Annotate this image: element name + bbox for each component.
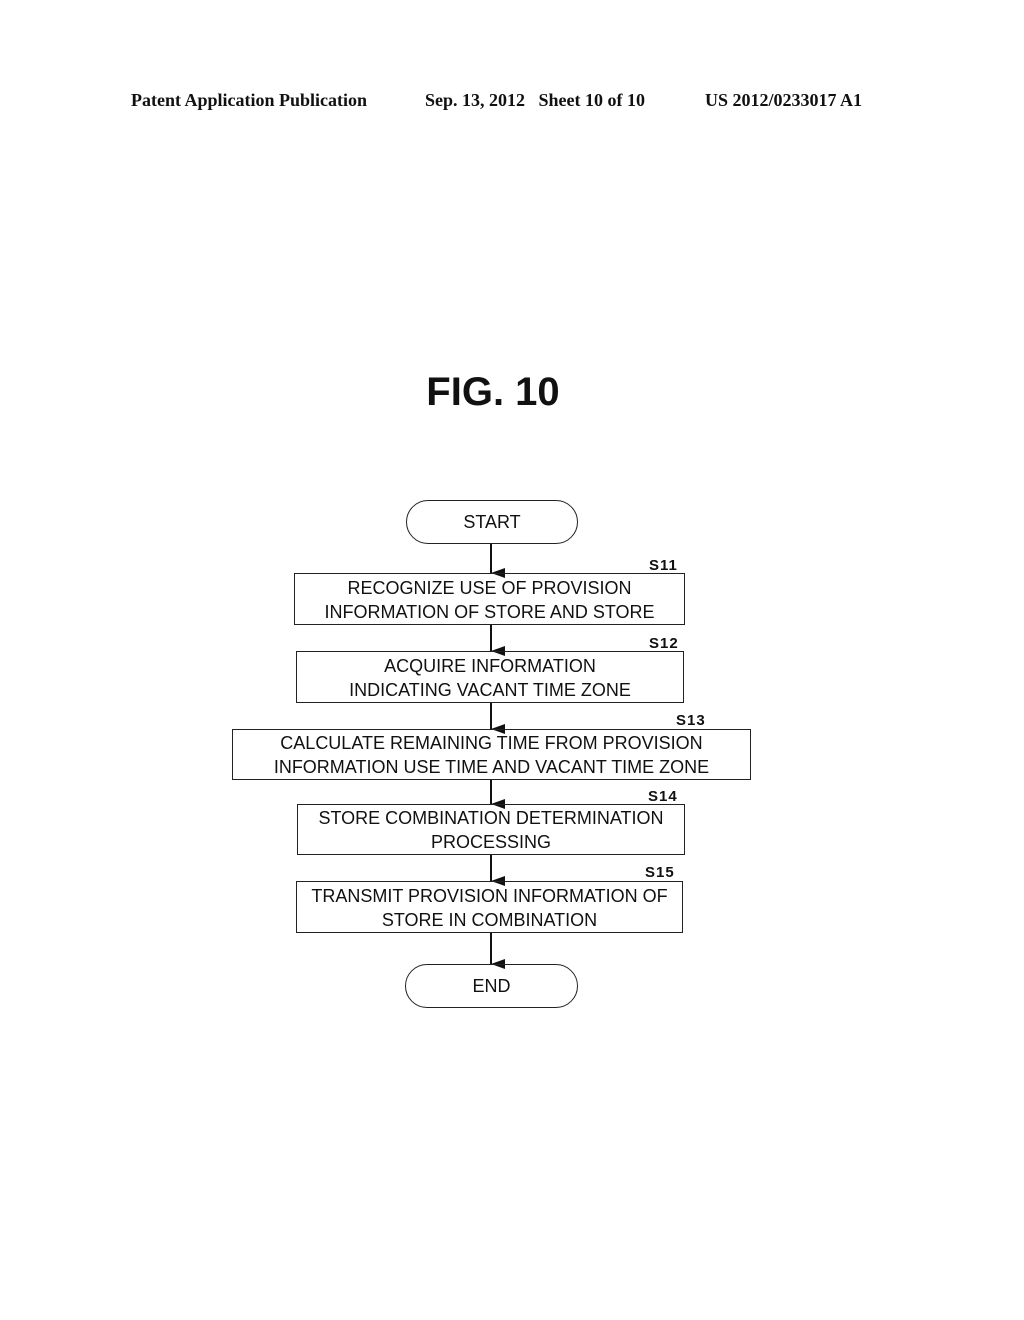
step-label-s13: S13 <box>676 712 706 729</box>
s15-line-1: TRANSMIT PROVISION INFORMATION OF <box>311 885 668 906</box>
process-box-s14: STORE COMBINATION DETERMINATION PROCESSI… <box>297 804 685 855</box>
end-terminal: END <box>405 964 578 1008</box>
step-label-s15: S15 <box>645 864 675 881</box>
s13-line-2: INFORMATION USE TIME AND VACANT TIME ZON… <box>273 757 710 777</box>
process-box-s11: RECOGNIZE USE OF PROVISION INFORMATION O… <box>294 573 685 625</box>
step-label-s14: S14 <box>648 788 678 805</box>
s12-line-2: INDICATING VACANT TIME ZONE <box>349 679 631 700</box>
start-terminal: START <box>406 500 578 544</box>
s13-line-1: CALCULATE REMAINING TIME FROM PROVISION <box>280 733 703 753</box>
start-label: START <box>463 511 521 532</box>
process-box-s12: ACQUIRE INFORMATION INDICATING VACANT TI… <box>296 651 684 703</box>
end-label: END <box>472 975 511 996</box>
s12-line-1: ACQUIRE INFORMATION <box>384 655 596 676</box>
s11-line-2: INFORMATION OF STORE AND STORE <box>324 601 655 622</box>
process-box-s15: TRANSMIT PROVISION INFORMATION OF STORE … <box>296 881 683 933</box>
step-label-s12: S12 <box>649 635 679 652</box>
s11-line-1: RECOGNIZE USE OF PROVISION <box>347 577 632 598</box>
step-label-s11: S11 <box>649 557 678 574</box>
s14-line-2: PROCESSING <box>430 832 551 852</box>
process-box-s13: CALCULATE REMAINING TIME FROM PROVISION … <box>232 729 751 780</box>
s14-line-1: STORE COMBINATION DETERMINATION <box>318 808 664 828</box>
s15-line-2: STORE IN COMBINATION <box>381 909 598 930</box>
